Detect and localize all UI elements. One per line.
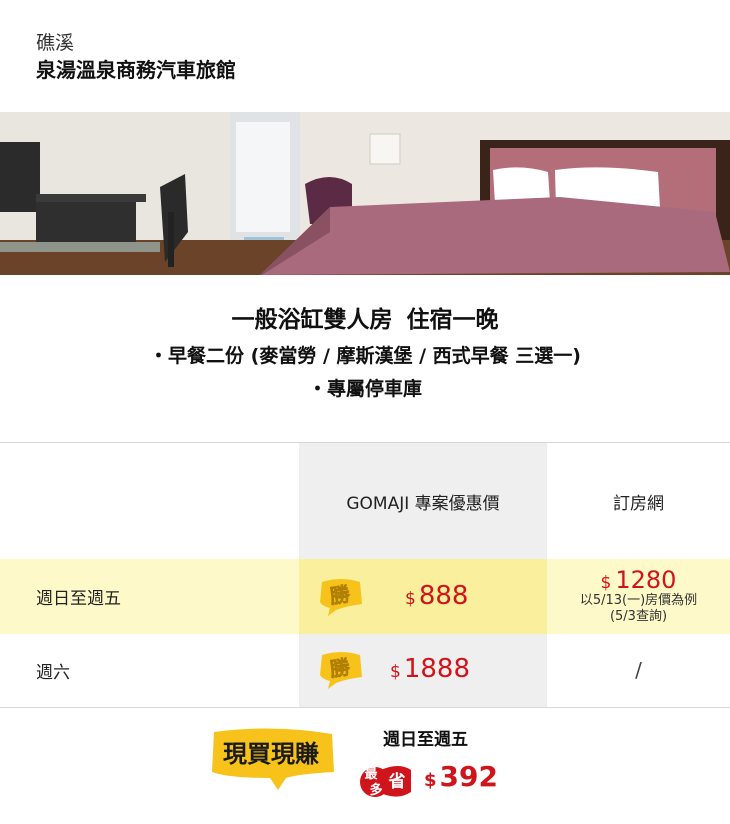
win-badge-icon: 勝	[320, 652, 362, 689]
feature-parking: ・專屬停車庫	[307, 378, 422, 400]
booking-note-query: (5/3查詢)	[609, 609, 668, 624]
header-gomaji-price: GOMAJI 專案優惠價	[346, 493, 500, 514]
price-amount: 1888	[403, 654, 470, 684]
booking-price: $ 1280	[547, 567, 730, 593]
buy-now-save-logo-icon: 現買現賺	[212, 728, 334, 790]
savings-amount: $ 392	[424, 760, 498, 793]
booking-unavailable: /	[635, 658, 642, 682]
gomaji-price-saturday: $ 1888	[390, 654, 470, 684]
booking-price-saturday: /	[547, 634, 730, 707]
badge-text-save: 省	[388, 771, 406, 792]
price-amount: 888	[418, 581, 469, 611]
room-photo	[0, 112, 730, 275]
currency-symbol: $	[600, 573, 612, 593]
table-row: 週六 勝 $ 1888 /	[0, 634, 730, 707]
savings-period: 週日至週五	[383, 730, 468, 750]
room-type: 一般浴缸雙人房	[231, 307, 393, 333]
price-comparison-table: GOMAJI 專案優惠價 訂房網 週日至週五 勝 $ 888 $ 1280 以5…	[0, 442, 730, 708]
hotel-name: 泉湯溫泉商務汽車旅館	[36, 58, 236, 82]
currency-symbol: $	[390, 662, 401, 682]
currency-symbol: $	[424, 770, 437, 791]
max-save-badge-icon: 最 多 省	[360, 766, 411, 798]
gomaji-price-weekday: $ 888	[405, 581, 468, 611]
currency-symbol: $	[405, 589, 416, 609]
badge-text-more: 多	[369, 782, 382, 798]
badge-text-most: 最	[364, 767, 378, 782]
savings-value: 392	[439, 760, 498, 793]
price-amount: 1280	[615, 566, 677, 594]
table-row: 週日至週五 勝 $ 888 $ 1280 以5/13(一)房價為例 (5/3查詢…	[0, 559, 730, 634]
room-info: 一般浴缸雙人房 住宿一晚 ・早餐二份 (麥當勞 / 摩斯漢堡 / 西式早餐 三選一…	[0, 300, 730, 406]
booking-note-date: 以5/13(一)房價為例	[579, 593, 698, 608]
location-label: 礁溪	[36, 32, 75, 54]
hotel-header: 礁溪 泉湯溫泉商務汽車旅館	[36, 30, 636, 84]
logo-text: 現買現賺	[223, 740, 319, 768]
row-label-weekday: 週日至週五	[36, 589, 121, 609]
room-title: 一般浴缸雙人房 住宿一晚	[0, 300, 730, 340]
row-label-saturday: 週六	[36, 663, 70, 683]
feature-breakfast: ・早餐二份 (麥當勞 / 摩斯漢堡 / 西式早餐 三選一)	[149, 345, 581, 367]
header-booking-site: 訂房網	[613, 493, 664, 514]
win-badge-icon: 勝	[320, 579, 362, 616]
booking-price-weekday: $ 1280 以5/13(一)房價為例 (5/3查詢)	[547, 559, 730, 634]
stay-length: 住宿一晚	[406, 307, 499, 333]
